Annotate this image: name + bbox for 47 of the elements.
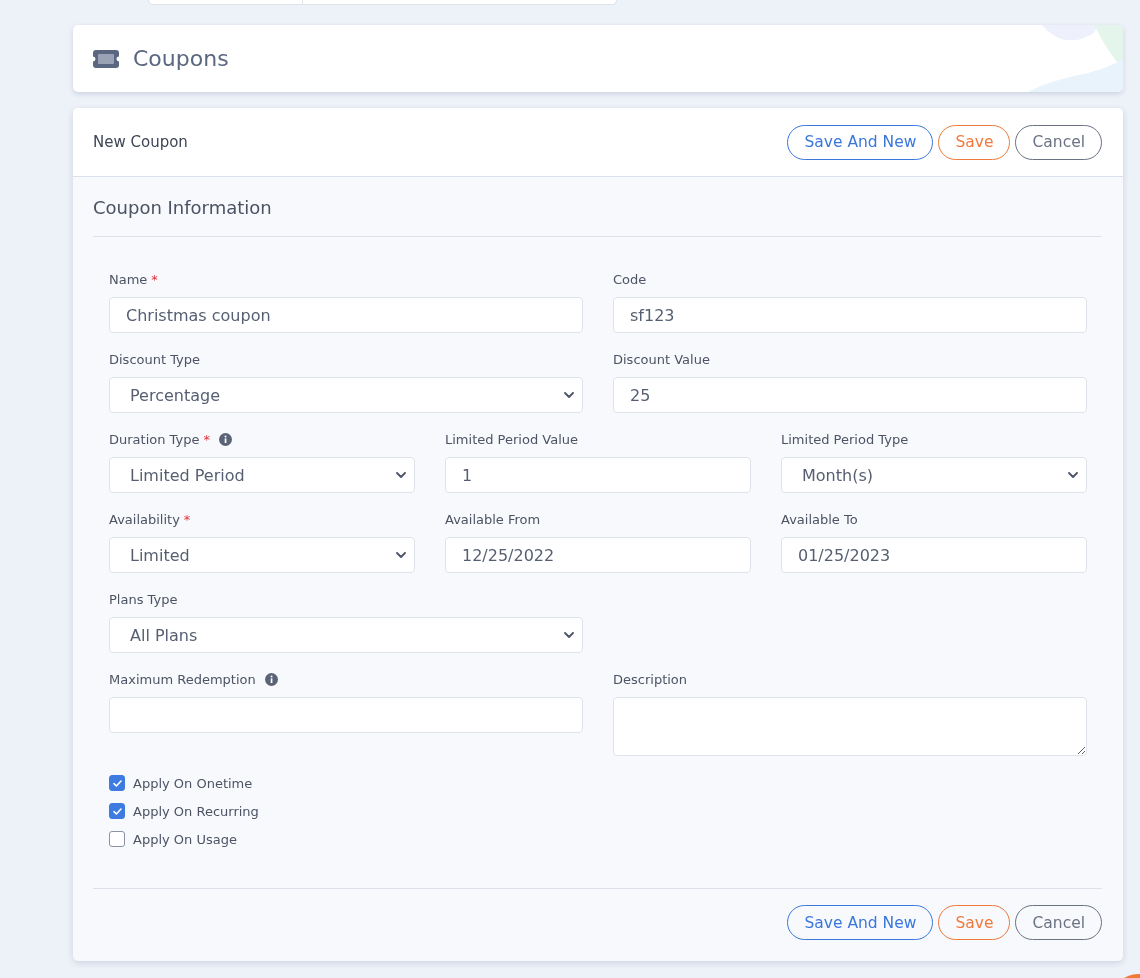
required-asterisk: *	[183, 512, 191, 527]
text-field[interactable]: Christmas coupon	[109, 297, 583, 333]
field-label: Plans Type	[109, 592, 178, 607]
required-asterisk: *	[151, 272, 158, 287]
text-field[interactable]: sf123	[613, 297, 1087, 333]
field-label: Duration Type	[109, 432, 200, 447]
dropdown[interactable]: Month(s)	[781, 457, 1087, 493]
check-icon	[112, 807, 122, 815]
check-icon	[112, 779, 122, 787]
checkbox-label[interactable]: Apply On Recurring	[133, 803, 259, 819]
text-field[interactable]: 01/25/2023	[781, 537, 1087, 573]
text-field[interactable]: 12/25/2022	[445, 537, 751, 573]
dropdown[interactable]: Percentage	[109, 377, 583, 413]
dropdown[interactable]: Limited Period	[109, 457, 415, 493]
dropdown[interactable]: All Plans	[109, 617, 583, 653]
field-label: Code	[613, 272, 647, 287]
field-label: Limited Period Type	[781, 432, 909, 447]
field-label: Available To	[781, 512, 858, 527]
checkbox[interactable]	[109, 803, 125, 819]
field-label: Availability	[109, 512, 180, 527]
text-field[interactable]: 25	[613, 377, 1087, 413]
field-label: Description	[613, 672, 688, 687]
text-field[interactable]: 1	[445, 457, 751, 493]
info-icon[interactable]	[264, 673, 278, 686]
ticket-icon	[93, 49, 119, 68]
field-label: Discount Value	[613, 352, 710, 367]
chevron-down-icon	[396, 552, 406, 558]
text-field[interactable]	[109, 697, 583, 733]
field-label: Name	[109, 272, 148, 287]
checkbox[interactable]	[109, 831, 125, 847]
section-title: Coupon Information	[93, 196, 273, 220]
field-label: Available From	[445, 512, 541, 527]
chevron-down-icon	[1068, 472, 1078, 478]
page-title: Coupons	[133, 46, 229, 71]
field-label: Discount Type	[109, 352, 201, 367]
info-icon[interactable]	[218, 433, 232, 446]
chevron-down-icon	[564, 632, 574, 638]
dropdown[interactable]: Limited	[109, 537, 415, 573]
card-title: New Coupon	[93, 133, 188, 151]
field-label: Limited Period Value	[445, 432, 578, 447]
checkbox-label[interactable]: Apply On Usage	[133, 831, 237, 847]
chevron-down-icon	[564, 392, 574, 398]
checkbox-label[interactable]: Apply On Onetime	[133, 775, 253, 791]
checkbox[interactable]	[109, 775, 125, 791]
chevron-down-icon	[396, 472, 406, 478]
field-label: Maximum Redemption	[109, 672, 256, 687]
required-asterisk: *	[203, 432, 210, 447]
